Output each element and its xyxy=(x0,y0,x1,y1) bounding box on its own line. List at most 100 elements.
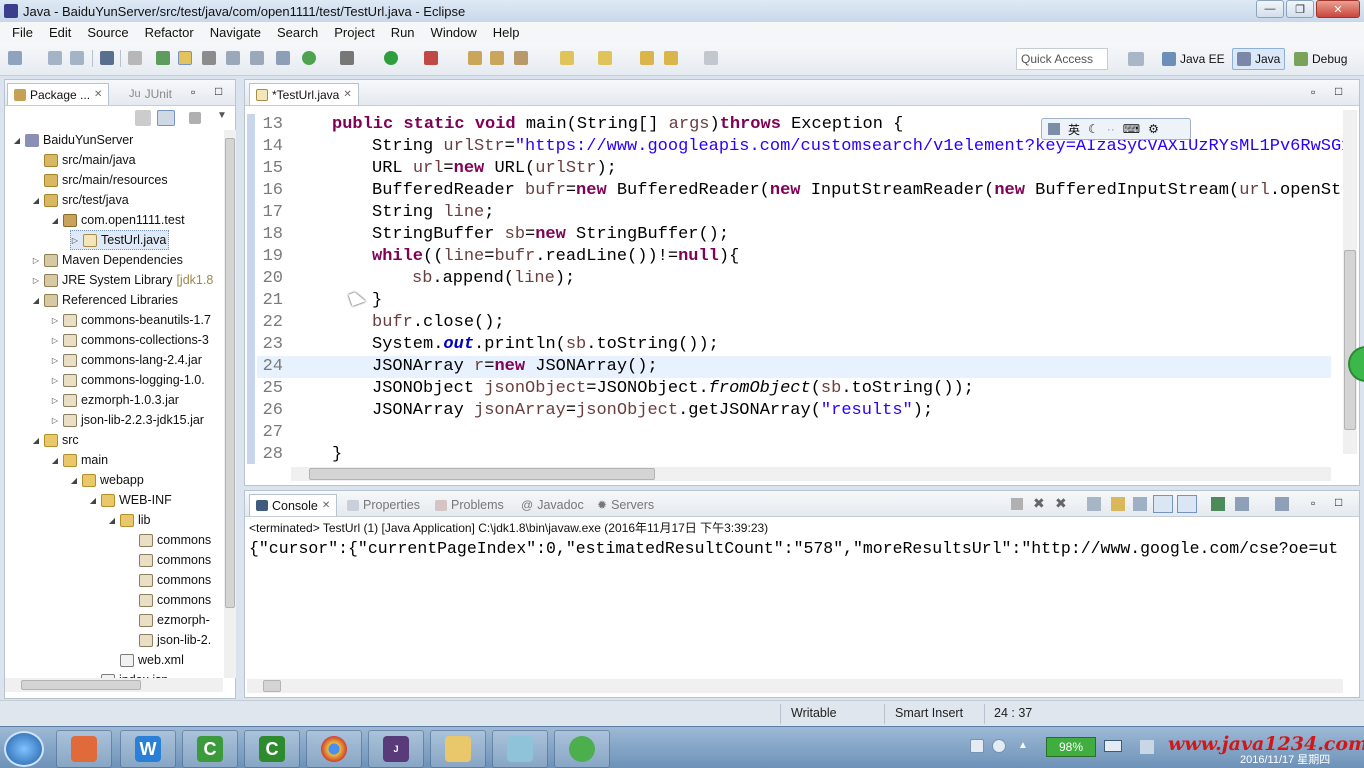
tree-item[interactable]: ◢ webapp xyxy=(70,470,144,490)
minimize-view-icon[interactable]: ▫ xyxy=(191,85,195,99)
link-editor-icon[interactable] xyxy=(157,110,175,126)
minimize-button[interactable]: — xyxy=(1256,0,1284,18)
tree-item[interactable]: commons xyxy=(127,570,211,590)
collapsed-arrow-icon[interactable]: ▷ xyxy=(71,236,79,245)
next-annotation-icon[interactable] xyxy=(560,51,574,65)
tree-item[interactable]: ▷ commons-lang-2.4.jar xyxy=(51,350,202,370)
forward-icon[interactable] xyxy=(704,51,718,65)
save-all-icon[interactable] xyxy=(70,51,84,65)
taskbar-app-wps[interactable]: W xyxy=(120,730,176,768)
tree-item[interactable]: web.xml xyxy=(108,650,184,670)
tab-servers[interactable]: ✹ Servers xyxy=(597,494,654,516)
expanded-arrow-icon[interactable]: ◢ xyxy=(51,216,59,225)
code-line[interactable]: 28} xyxy=(257,444,1331,466)
tree-vertical-scrollbar[interactable] xyxy=(224,130,236,678)
menu-edit[interactable]: Edit xyxy=(41,25,79,40)
menu-help[interactable]: Help xyxy=(485,25,528,40)
taskbar-app-notes[interactable] xyxy=(492,730,548,768)
expanded-arrow-icon[interactable]: ◢ xyxy=(32,196,40,205)
menu-search[interactable]: Search xyxy=(269,25,326,40)
new-package-icon[interactable] xyxy=(490,51,504,65)
taskbar-app-camtasia-recorder[interactable]: C xyxy=(244,730,300,768)
clear-console-icon[interactable] xyxy=(1087,497,1101,511)
tree-item[interactable]: ▷ commons-collections-3 xyxy=(51,330,209,350)
code-line[interactable]: 26 JSONArray jsonArray=jsonObject.getJSON… xyxy=(257,400,1331,422)
collapsed-arrow-icon[interactable]: ▷ xyxy=(51,336,59,345)
tab-problems[interactable]: Problems xyxy=(435,494,504,516)
external-tools-icon[interactable] xyxy=(424,51,438,65)
pin-console-icon[interactable] xyxy=(1211,497,1225,511)
collapse-all-icon[interactable] xyxy=(135,110,151,126)
mark-occurrences-icon[interactable] xyxy=(178,51,192,65)
menu-navigate[interactable]: Navigate xyxy=(202,25,269,40)
collapsed-arrow-icon[interactable]: ▷ xyxy=(51,316,59,325)
tree-item[interactable]: src/main/java xyxy=(32,150,136,170)
prev-annotation-icon[interactable] xyxy=(598,51,612,65)
save-icon[interactable] xyxy=(48,51,62,65)
menu-source[interactable]: Source xyxy=(79,25,136,40)
tree-item[interactable]: ▷ json-lib-2.2.3-jdk15.jar xyxy=(51,410,204,430)
scroll-lock-icon[interactable] xyxy=(1111,497,1125,511)
tree-item[interactable]: ▷ commons-beanutils-1.7 xyxy=(51,310,211,330)
remove-launch-icon[interactable]: ✖ xyxy=(1033,495,1045,512)
tree-item[interactable]: commons xyxy=(127,530,211,550)
tree-item[interactable]: ezmorph- xyxy=(127,610,210,630)
tree-horizontal-scrollbar[interactable] xyxy=(5,678,223,692)
maximize-button[interactable]: ❐ xyxy=(1286,0,1314,18)
tab-javadoc[interactable]: @ Javadoc xyxy=(521,494,584,516)
tree-item[interactable]: commons xyxy=(127,550,211,570)
perspective-java-ee[interactable]: Java EE xyxy=(1158,48,1229,70)
maximize-view-icon[interactable]: □ xyxy=(215,84,222,98)
tab-junit[interactable]: Ju JUnit xyxy=(123,83,178,105)
toggle-ant-icon[interactable] xyxy=(156,51,170,65)
collapsed-arrow-icon[interactable]: ▷ xyxy=(51,396,59,405)
run-icon[interactable] xyxy=(384,51,398,65)
code-lines[interactable]: 13 public static void main(String[] args)… xyxy=(257,114,1351,466)
view-menu-icon[interactable] xyxy=(189,112,201,124)
perspective-java[interactable]: Java xyxy=(1232,48,1286,70)
collapsed-arrow-icon[interactable]: ▷ xyxy=(32,256,40,265)
tree-item[interactable]: ◢ main xyxy=(51,450,108,470)
editor-vertical-scrollbar[interactable] xyxy=(1343,110,1357,454)
clock-date[interactable]: 2016/11/17 星期四 xyxy=(1240,751,1330,767)
tree-item[interactable]: ▷ TestUrl.java xyxy=(70,230,170,250)
taskbar-app-chrome[interactable] xyxy=(306,730,362,768)
tree-item[interactable]: ▷ JRE System Library [jdk1.8 xyxy=(32,270,213,290)
close-button[interactable]: ✕ xyxy=(1316,0,1360,18)
view-dropdown-icon[interactable]: ▼ xyxy=(217,110,227,121)
menu-project[interactable]: Project xyxy=(326,25,382,40)
tree-item[interactable]: ◢ src xyxy=(32,430,79,450)
terminate-icon[interactable] xyxy=(1011,498,1023,510)
tree-item[interactable]: json-lib-2. xyxy=(127,630,211,650)
last-edit-icon[interactable] xyxy=(640,51,654,65)
tray-help-icon[interactable] xyxy=(992,739,1006,753)
taskbar-app-ie[interactable] xyxy=(56,730,112,768)
expanded-arrow-icon[interactable]: ◢ xyxy=(89,496,97,505)
close-tab-icon[interactable]: ✕ xyxy=(322,500,330,511)
collapsed-arrow-icon[interactable]: ▷ xyxy=(51,416,59,425)
collapsed-arrow-icon[interactable]: ▷ xyxy=(32,276,40,285)
quick-access-input[interactable]: Quick Access xyxy=(1016,48,1108,70)
expanded-arrow-icon[interactable]: ◢ xyxy=(108,516,116,525)
perspective-debug[interactable]: Debug xyxy=(1290,48,1351,70)
new-java-project-icon[interactable] xyxy=(468,51,482,65)
maximize-editor-icon[interactable]: □ xyxy=(1335,84,1342,98)
tree-item[interactable]: ◢ BaiduYunServer xyxy=(13,130,133,150)
tree-item[interactable]: commons xyxy=(127,590,211,610)
word-wrap-icon[interactable] xyxy=(1133,497,1147,511)
tree-item[interactable]: ◢ src/test/java xyxy=(32,190,129,210)
server-icon[interactable] xyxy=(276,51,290,65)
code-line[interactable]: 18 StringBuffer sb=new StringBuffer(); xyxy=(257,224,1331,246)
menu-refactor[interactable]: Refactor xyxy=(137,25,202,40)
remove-all-icon[interactable]: ✖ xyxy=(1055,495,1067,512)
maximize-console-icon[interactable]: □ xyxy=(1335,495,1342,509)
new-icon[interactable] xyxy=(8,51,22,65)
tab-properties[interactable]: Properties xyxy=(347,494,420,516)
display-console-icon[interactable] xyxy=(1235,497,1249,511)
tab-testurl-java[interactable]: *TestUrl.java ✕ xyxy=(249,83,359,105)
tree-item[interactable]: ◢ Referenced Libraries xyxy=(32,290,178,310)
code-line[interactable]: 17 String line; xyxy=(257,202,1331,224)
code-line[interactable]: 19 while((line=bufr.readLine())!=null){ xyxy=(257,246,1331,268)
expanded-arrow-icon[interactable]: ◢ xyxy=(51,456,59,465)
show-whitespace-icon[interactable] xyxy=(226,51,240,65)
